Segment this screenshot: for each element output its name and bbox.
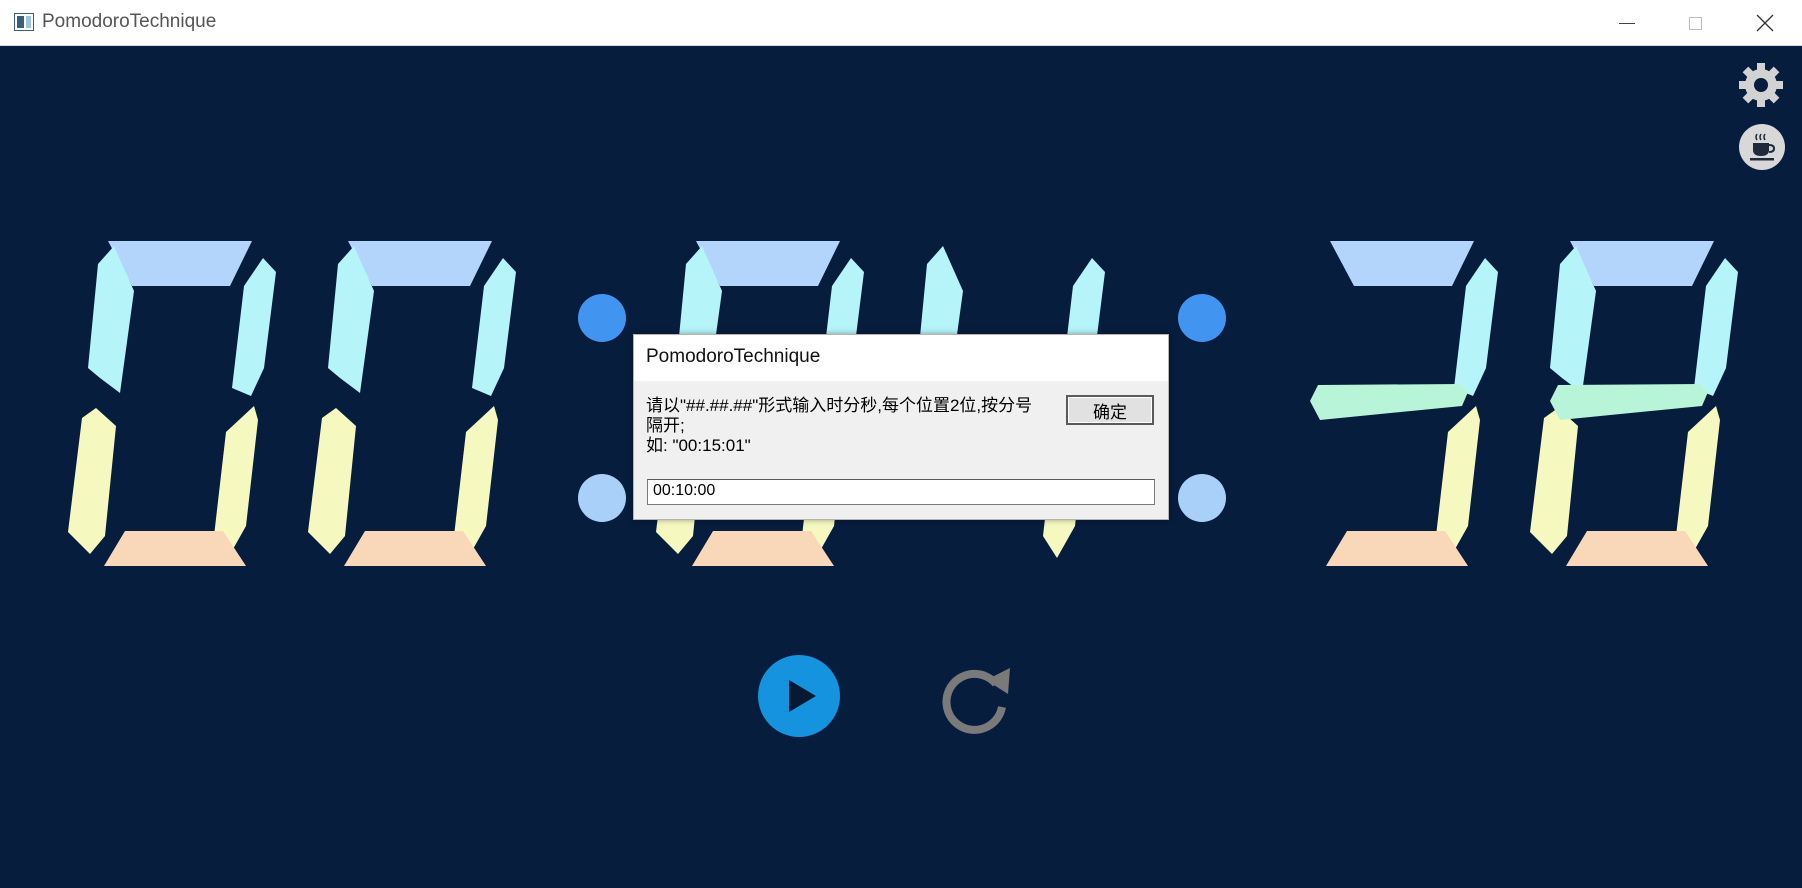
digit-segment-lower-left [68,408,116,554]
digit-segment-top [348,241,492,286]
colon-dot-upper [1178,294,1226,342]
play-button[interactable] [756,653,842,739]
reset-icon [942,668,1010,734]
digit-segment-top [1570,241,1714,286]
maximize-icon [1688,16,1702,30]
window-title: PomodoroTechnique [42,11,217,32]
time-input-dialog: PomodoroTechnique 请以"##.##.##"形式输入时分秒,每个… [633,334,1169,520]
minimize-icon [1619,22,1635,24]
digit-segment-upper-right [232,258,276,396]
play-icon [758,655,840,737]
colon-dot-lower [578,474,626,522]
digit-segment-bottom [344,531,486,566]
dialog-message-line: 如: "00:15:01" [646,436,751,455]
digit-segment-middle [1550,384,1708,420]
minimize-button[interactable] [1592,0,1662,46]
digit-segment-top [1330,241,1474,286]
dialog-message-line: 请以"##.##.##"形式输入时分秒,每个位置2位,按分号 [646,396,1033,415]
close-icon [1756,14,1774,32]
digit-segment-top [696,241,840,286]
digit-segment-upper-right [472,258,516,396]
app-icon [14,13,34,31]
ok-button[interactable]: 确定 [1066,395,1154,425]
colon-dot-upper [578,294,626,342]
digit-segment-middle [1310,384,1468,420]
break-button[interactable] [1738,123,1786,171]
close-button[interactable] [1730,0,1800,46]
maximize-button[interactable] [1660,0,1730,46]
dialog-header: PomodoroTechnique [634,335,1168,381]
digit-segment-bottom [104,531,246,566]
window-title-bar: PomodoroTechnique [0,0,1802,46]
coffee-cup-icon [1739,124,1785,170]
digit-segment-bottom [1326,531,1468,566]
time-input-field[interactable]: 00:10:00 [647,479,1155,505]
digit-segment-lower-left [308,408,356,554]
dialog-message: 请以"##.##.##"形式输入时分秒,每个位置2位,按分号 隔开; 如: "0… [646,396,1046,456]
digit-segment-lower-left [1530,408,1578,554]
dialog-title: PomodoroTechnique [646,346,821,367]
settings-button[interactable] [1738,62,1784,108]
gear-icon [1739,63,1783,107]
dialog-message-line: 隔开; [646,416,685,435]
colon-dot-lower [1178,474,1226,522]
digit-segment-top [108,241,252,286]
reset-button[interactable] [938,658,1018,738]
digit-segment-upper-right [1454,258,1498,396]
digit-segment-bottom [692,531,834,566]
digit-segment-upper-right [1694,258,1738,396]
digit-segment-bottom [1566,531,1708,566]
